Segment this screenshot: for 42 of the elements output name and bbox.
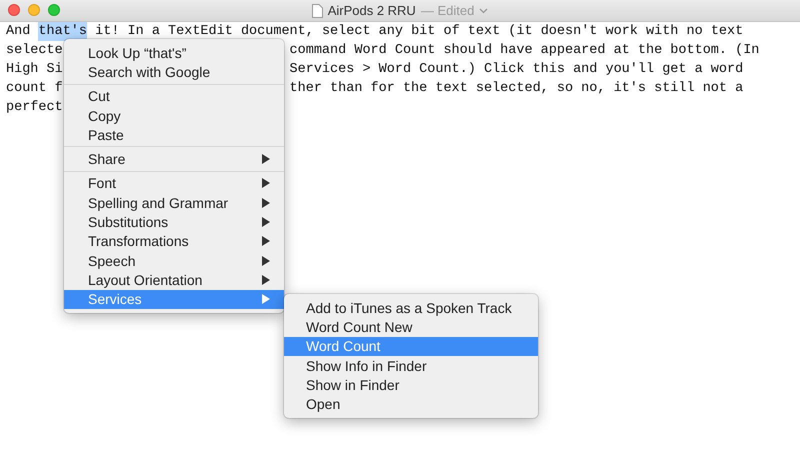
submenu-arrow-icon xyxy=(262,178,270,188)
window-title: AirPods 2 RRU xyxy=(328,3,416,18)
submenu-arrow-icon xyxy=(262,256,270,266)
menu-item[interactable]: Share xyxy=(64,149,284,169)
menu-item[interactable]: Font xyxy=(64,174,284,194)
menu-item[interactable]: Show Info in Finder xyxy=(284,356,538,376)
menu-item[interactable]: Cut xyxy=(64,86,284,106)
minimize-button[interactable] xyxy=(28,4,40,16)
menu-item[interactable]: Substitutions xyxy=(64,212,284,232)
submenu-arrow-icon xyxy=(262,154,270,164)
menu-item[interactable]: Copy xyxy=(64,106,284,126)
zoom-button[interactable] xyxy=(48,4,60,16)
submenu-arrow-icon xyxy=(262,294,270,304)
menu-item[interactable]: Search with Google xyxy=(64,62,284,82)
menu-item[interactable]: Word Count New xyxy=(284,317,538,337)
menu-item[interactable]: Look Up “that's” xyxy=(64,43,284,62)
submenu-arrow-icon xyxy=(262,198,270,208)
menu-item[interactable]: Speech xyxy=(64,250,284,270)
document-text: command Word Count should have appeared at the bottom. (In xyxy=(290,42,760,60)
menu-item[interactable]: Show in Finder xyxy=(284,375,538,394)
document-text: Services > Word Count.) Click this and you'll get a word xyxy=(290,61,744,79)
document-text: And xyxy=(6,23,32,41)
close-button[interactable] xyxy=(8,4,20,16)
document-text: it! In a TextEdit document, select any bit of text (it doesn't work with no text xyxy=(94,23,744,41)
submenu-arrow-icon xyxy=(262,217,270,228)
submenu-arrow-icon xyxy=(262,236,270,246)
chevron-down-icon[interactable] xyxy=(479,8,488,14)
selected-text: that's xyxy=(38,22,88,41)
document-text: High Si xyxy=(6,61,63,79)
document-text: ther than for the text selected, so no, it's still not a xyxy=(290,80,744,98)
menu-item[interactable]: Paste xyxy=(64,125,284,144)
menu-item[interactable]: Transformations xyxy=(64,232,284,251)
edited-status: — Edited xyxy=(420,3,474,18)
menu-item[interactable]: Spelling and Grammar xyxy=(64,193,284,212)
document-text: count f xyxy=(6,80,63,98)
document-text: perfect xyxy=(6,99,63,117)
menu-item[interactable]: Open xyxy=(284,394,538,414)
menu-item[interactable]: Add to iTunes as a Spoken Track xyxy=(284,298,538,318)
document-text: selecte xyxy=(6,42,63,60)
submenu-arrow-icon xyxy=(262,274,270,285)
document-icon xyxy=(312,4,323,18)
menu-item[interactable]: Layout Orientation xyxy=(64,270,284,290)
